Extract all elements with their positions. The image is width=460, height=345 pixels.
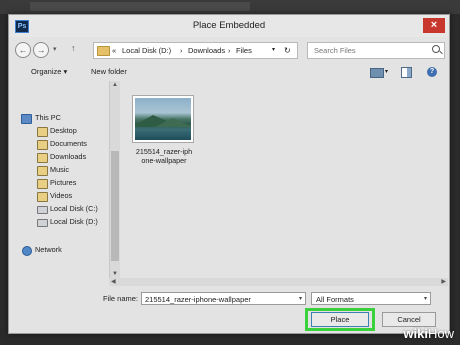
search-icon[interactable] <box>432 45 440 53</box>
view-dropdown-chevron-icon[interactable]: ▾ <box>385 63 388 81</box>
up-arrow-icon[interactable]: ↑ <box>71 43 76 53</box>
watermark-how: How <box>427 326 454 341</box>
organize-menu[interactable]: Organize ▾ <box>31 63 67 81</box>
scrollbar-thumb[interactable] <box>111 151 119 261</box>
address-dropdown-chevron-icon[interactable]: ▾ <box>272 43 275 58</box>
toolbar: Organize ▾ New folder ▾ ? <box>9 63 449 81</box>
file-format-chevron-icon[interactable]: ▾ <box>424 293 427 306</box>
sidebar-item-label: Local Disk (C:) <box>50 204 98 213</box>
recent-locations-chevron-icon[interactable]: ▾ <box>53 45 57 53</box>
scroll-left-arrow-icon[interactable]: ◀ <box>111 278 116 286</box>
sidebar-item-label: Documents <box>50 139 87 148</box>
file-format-select[interactable]: All Formats ▾ <box>311 292 431 305</box>
refresh-icon[interactable]: ↻ <box>284 43 291 58</box>
forward-arrow-icon[interactable]: → <box>33 42 49 58</box>
photoshop-app-bar <box>0 0 460 14</box>
breadcrumb-overflow[interactable]: « <box>112 43 116 58</box>
file-list: 215514_razer-iph one-wallpaper <box>120 81 448 278</box>
back-arrow-icon[interactable]: ← <box>15 42 31 58</box>
breadcrumb-files[interactable]: Files <box>236 43 252 58</box>
address-row: ← → ▾ ↑ « Local Disk (D:) › Downloads › … <box>9 39 449 61</box>
breadcrumb-separator-icon[interactable]: › <box>228 43 231 58</box>
folder-icon <box>37 127 48 137</box>
file-format-value: All Formats <box>316 295 354 304</box>
navigation-pane: This PC Desktop Documents Downloads Musi… <box>9 83 107 278</box>
folder-icon <box>37 140 48 150</box>
watermark-wiki: wiki <box>403 326 428 341</box>
close-button[interactable]: × <box>423 18 445 33</box>
scroll-up-arrow-icon[interactable]: ▲ <box>110 81 120 89</box>
sidebar-item-label: Network <box>35 245 62 254</box>
file-thumbnail[interactable] <box>132 95 194 143</box>
breadcrumb-separator-icon[interactable]: › <box>180 43 183 58</box>
cancel-button[interactable]: Cancel <box>382 312 436 327</box>
sidebar-item-label: Music <box>50 165 70 174</box>
computer-icon <box>21 114 32 124</box>
scroll-down-arrow-icon[interactable]: ▼ <box>110 270 120 278</box>
file-name-label-text: File name: <box>103 294 139 303</box>
change-view-icon[interactable] <box>370 68 384 78</box>
file-name-line: 215514_razer-iph <box>135 147 193 156</box>
app-bar-stripe <box>30 2 250 11</box>
dialog-title: Place Embedded <box>192 20 266 31</box>
navigation-scrollbar[interactable]: ▲ ▼ <box>109 81 120 278</box>
network-icon <box>22 246 32 256</box>
folder-icon <box>97 46 110 56</box>
sidebar-item-label: Local Disk (D:) <box>50 217 98 226</box>
breadcrumb-downloads[interactable]: Downloads <box>188 43 225 58</box>
folder-icon <box>37 153 48 163</box>
folder-icon <box>37 192 48 202</box>
sidebar-item-label: Desktop <box>50 126 77 135</box>
file-name-input[interactable]: 215514_razer-iphone-wallpaper ▾ <box>141 292 306 305</box>
search-placeholder: Search Files <box>314 46 356 55</box>
file-name-label[interactable]: 215514_razer-iph one-wallpaper <box>124 147 204 165</box>
horizontal-scrollbar[interactable]: ◀ ▶ <box>109 278 448 286</box>
address-bar[interactable]: « Local Disk (D:) › Downloads › Files ▾ … <box>93 42 298 59</box>
help-icon[interactable]: ? <box>427 67 437 77</box>
sidebar-item-label: Videos <box>50 191 73 200</box>
new-folder-button[interactable]: New folder <box>91 63 127 81</box>
sidebar-item-label: Downloads <box>50 152 87 161</box>
search-input[interactable]: Search Files <box>307 42 445 59</box>
place-embedded-dialog: Ps Place Embedded × ← → ▾ ↑ « Local Disk… <box>8 14 450 334</box>
drive-icon <box>37 219 48 227</box>
breadcrumb-local-disk-d[interactable]: Local Disk (D:) <box>122 43 171 58</box>
file-name-line: one-wallpaper <box>141 156 187 165</box>
sidebar-item-label: This PC <box>35 113 61 122</box>
folder-icon <box>37 179 48 189</box>
drive-icon <box>37 206 48 214</box>
file-name-dropdown-chevron-icon[interactable]: ▾ <box>299 293 302 306</box>
place-button[interactable]: Place <box>311 312 369 327</box>
preview-pane-icon[interactable] <box>401 67 412 78</box>
wallpaper-thumbnail-image <box>135 98 191 140</box>
wikihow-watermark: wikiHow <box>403 326 454 341</box>
file-name-value: 215514_razer-iphone-wallpaper <box>145 295 251 304</box>
thumbnail-mountain <box>155 118 191 127</box>
preview-pane-panel <box>407 68 411 77</box>
folder-icon <box>37 166 48 176</box>
dialog-titlebar: Ps Place Embedded × <box>9 15 449 37</box>
scroll-right-arrow-icon[interactable]: ▶ <box>441 278 446 286</box>
sidebar-item-label: Pictures <box>50 178 77 187</box>
